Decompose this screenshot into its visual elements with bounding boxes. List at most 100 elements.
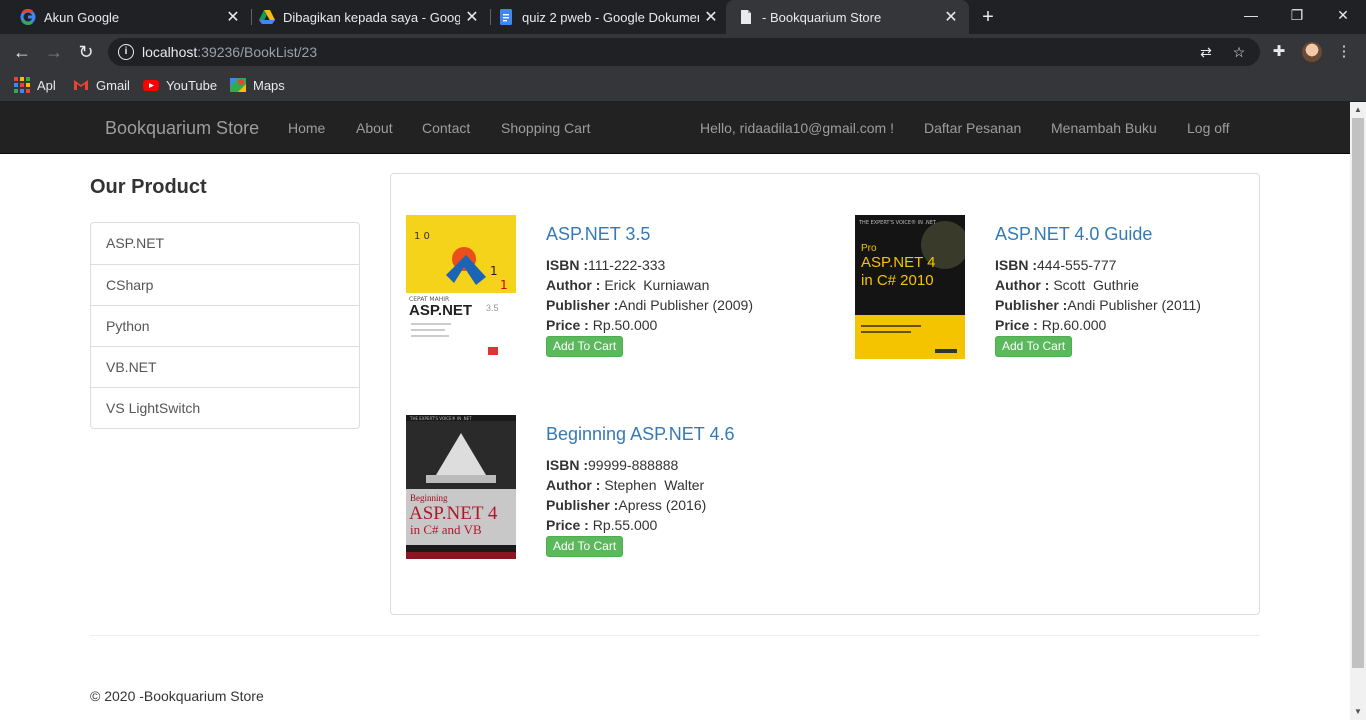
tab-title: Akun Google: [44, 9, 120, 25]
category-vbnet[interactable]: VB.NET: [91, 346, 359, 387]
product-title-link[interactable]: ASP.NET 3.5: [546, 223, 753, 245]
brand-link[interactable]: Bookquarium Store: [105, 118, 259, 139]
scroll-up-icon[interactable]: ▲: [1350, 102, 1366, 118]
product-panel: 1 0 1 1 CEPAT MAHIR ASP.NET 3.5 ASP.NET …: [390, 173, 1260, 615]
price-value: Rp.60.000: [1037, 317, 1107, 333]
svg-text:1: 1: [490, 264, 498, 278]
bookmark-maps[interactable]: Maps: [230, 77, 285, 93]
tab-title: Dibagikan kepada saya - Google: [283, 9, 460, 25]
tab-title: quiz 2 pweb - Google Dokumen: [522, 9, 699, 25]
nav-home[interactable]: Home: [288, 120, 325, 136]
bookmark-apps[interactable]: Apl: [14, 77, 56, 93]
page-icon: [738, 9, 754, 25]
tab-akun-google[interactable]: Akun Google ✕: [8, 0, 252, 34]
nav-shopping-cart[interactable]: Shopping Cart: [501, 120, 591, 136]
translate-icon[interactable]: ⇄: [1196, 42, 1216, 62]
bookmark-gmail[interactable]: Gmail: [73, 77, 130, 93]
cover-line3: in C# and VB: [410, 522, 482, 537]
category-aspnet[interactable]: ASP.NET: [91, 223, 359, 264]
nav-contact[interactable]: Contact: [422, 120, 470, 136]
price-label: Price :: [546, 317, 589, 333]
restore-icon[interactable]: ❐: [1274, 0, 1320, 30]
menu-kebab-icon[interactable]: ⋮: [1334, 42, 1354, 62]
nav-user-greeting[interactable]: Hello, ridaadila10@gmail.com !: [700, 120, 894, 136]
category-list: ASP.NET CSharp Python VB.NET VS LightSwi…: [90, 222, 360, 429]
product-card: THE EXPERT'S VOICE® IN .NET Pro ASP.NET …: [855, 215, 1275, 365]
nav-about[interactable]: About: [356, 120, 393, 136]
cover-line3: in C# 2010: [861, 272, 934, 289]
price-label: Price :: [546, 517, 589, 533]
cover-line1: Beginning: [410, 493, 448, 503]
cover-line1: Pro: [861, 243, 877, 254]
back-icon[interactable]: ←: [9, 39, 35, 65]
close-window-icon[interactable]: ✕: [1320, 0, 1366, 30]
nav-daftar-pesanan[interactable]: Daftar Pesanan: [924, 120, 1021, 136]
add-to-cart-button[interactable]: Add To Cart: [995, 336, 1073, 357]
close-tab-icon[interactable]: ✕: [221, 7, 245, 27]
publisher-label: Publisher :: [995, 297, 1068, 313]
scroll-down-icon[interactable]: ▼: [1350, 704, 1366, 720]
close-tab-icon[interactable]: ✕: [939, 7, 963, 27]
sidebar-heading: Our Product: [90, 176, 207, 198]
tab-strip: Akun Google ✕ Dibagikan kepada saya - Go…: [0, 0, 1366, 34]
tab-title: - Bookquarium Store: [762, 9, 882, 25]
site-navbar: Bookquarium Store Home About Contact Sho…: [0, 102, 1350, 154]
publisher-value: Andi Publisher (2011): [1067, 297, 1201, 313]
profile-avatar[interactable]: [1302, 42, 1322, 62]
cover-line2: ASP.NET: [409, 302, 472, 319]
isbn-label: ISBN :: [546, 457, 588, 473]
add-to-cart-button[interactable]: Add To Cart: [546, 336, 624, 357]
google-docs-icon: [498, 9, 514, 25]
publisher-label: Publisher :: [546, 297, 619, 313]
category-python[interactable]: Python: [91, 305, 359, 346]
author-value: Erick Kurniawan: [600, 277, 710, 293]
author-value: Scott Guthrie: [1049, 277, 1139, 293]
close-tab-icon[interactable]: ✕: [699, 7, 723, 27]
product-card: THE EXPERT'S VOICE® IN .NET Beginning AS…: [406, 415, 826, 565]
author-label: Author :: [546, 477, 601, 493]
address-bar[interactable]: i localhost:39236/BookList/23 ⇄ ☆: [108, 38, 1260, 66]
product-info: ASP.NET 4.0 Guide ISBN :444-555-777 Auth…: [995, 223, 1201, 357]
cover-line3: 3.5: [486, 303, 499, 313]
book-cover-image[interactable]: 1 0 1 1 CEPAT MAHIR ASP.NET 3.5: [406, 215, 516, 359]
bookmarks-bar: Apl Gmail YouTube Maps: [0, 70, 1366, 102]
forward-icon[interactable]: →: [41, 39, 67, 65]
page-scrollbar[interactable]: ▲ ▼: [1350, 102, 1366, 720]
close-tab-icon[interactable]: ✕: [460, 7, 484, 27]
scrollbar-thumb[interactable]: [1352, 118, 1364, 668]
url-host: localhost: [142, 44, 198, 60]
product-title-link[interactable]: ASP.NET 4.0 Guide: [995, 223, 1201, 245]
page-viewport: Bookquarium Store Home About Contact Sho…: [0, 102, 1366, 720]
nav-menambah-buku[interactable]: Menambah Buku: [1051, 120, 1157, 136]
cover-line2: ASP.NET 4: [861, 254, 936, 271]
book-cover-image[interactable]: THE EXPERT'S VOICE® IN .NET Beginning AS…: [406, 415, 516, 559]
tab-docs[interactable]: quiz 2 pweb - Google Dokumen ✕: [486, 0, 729, 34]
browser-toolbar: ← → ↻ i localhost:39236/BookList/23 ⇄ ☆ …: [0, 34, 1366, 70]
isbn-value: 111-222-333: [588, 257, 666, 273]
bookmark-label: Apl: [37, 77, 56, 93]
product-title-link[interactable]: Beginning ASP.NET 4.6: [546, 423, 734, 445]
new-tab-icon[interactable]: +: [976, 5, 1000, 29]
reload-icon[interactable]: ↻: [73, 39, 99, 65]
author-label: Author :: [546, 277, 601, 293]
add-to-cart-button[interactable]: Add To Cart: [546, 536, 624, 557]
site-info-icon[interactable]: i: [118, 44, 134, 60]
url-text[interactable]: localhost:39236/BookList/23: [142, 44, 317, 60]
tab-bookquarium[interactable]: - Bookquarium Store ✕: [726, 0, 969, 34]
bookmark-youtube[interactable]: YouTube: [143, 77, 217, 93]
nav-log-off[interactable]: Log off: [1187, 120, 1230, 136]
category-csharp[interactable]: CSharp: [91, 264, 359, 305]
url-path: :39236/BookList/23: [197, 44, 318, 60]
extensions-icon[interactable]: ✚: [1269, 42, 1289, 62]
bookmark-label: Gmail: [96, 77, 130, 93]
bookmark-star-icon[interactable]: ☆: [1229, 42, 1249, 62]
book-cover-image[interactable]: THE EXPERT'S VOICE® IN .NET Pro ASP.NET …: [855, 215, 965, 359]
tab-drive[interactable]: Dibagikan kepada saya - Google ✕: [247, 0, 491, 34]
product-card: 1 0 1 1 CEPAT MAHIR ASP.NET 3.5 ASP.NET …: [406, 215, 826, 365]
category-vs-lightswitch[interactable]: VS LightSwitch: [91, 387, 359, 428]
gmail-icon: [73, 77, 89, 93]
isbn-label: ISBN :: [995, 257, 1037, 273]
footer-divider: [90, 635, 1260, 636]
apps-grid-icon: [14, 77, 30, 93]
minimize-icon[interactable]: —: [1228, 0, 1274, 30]
